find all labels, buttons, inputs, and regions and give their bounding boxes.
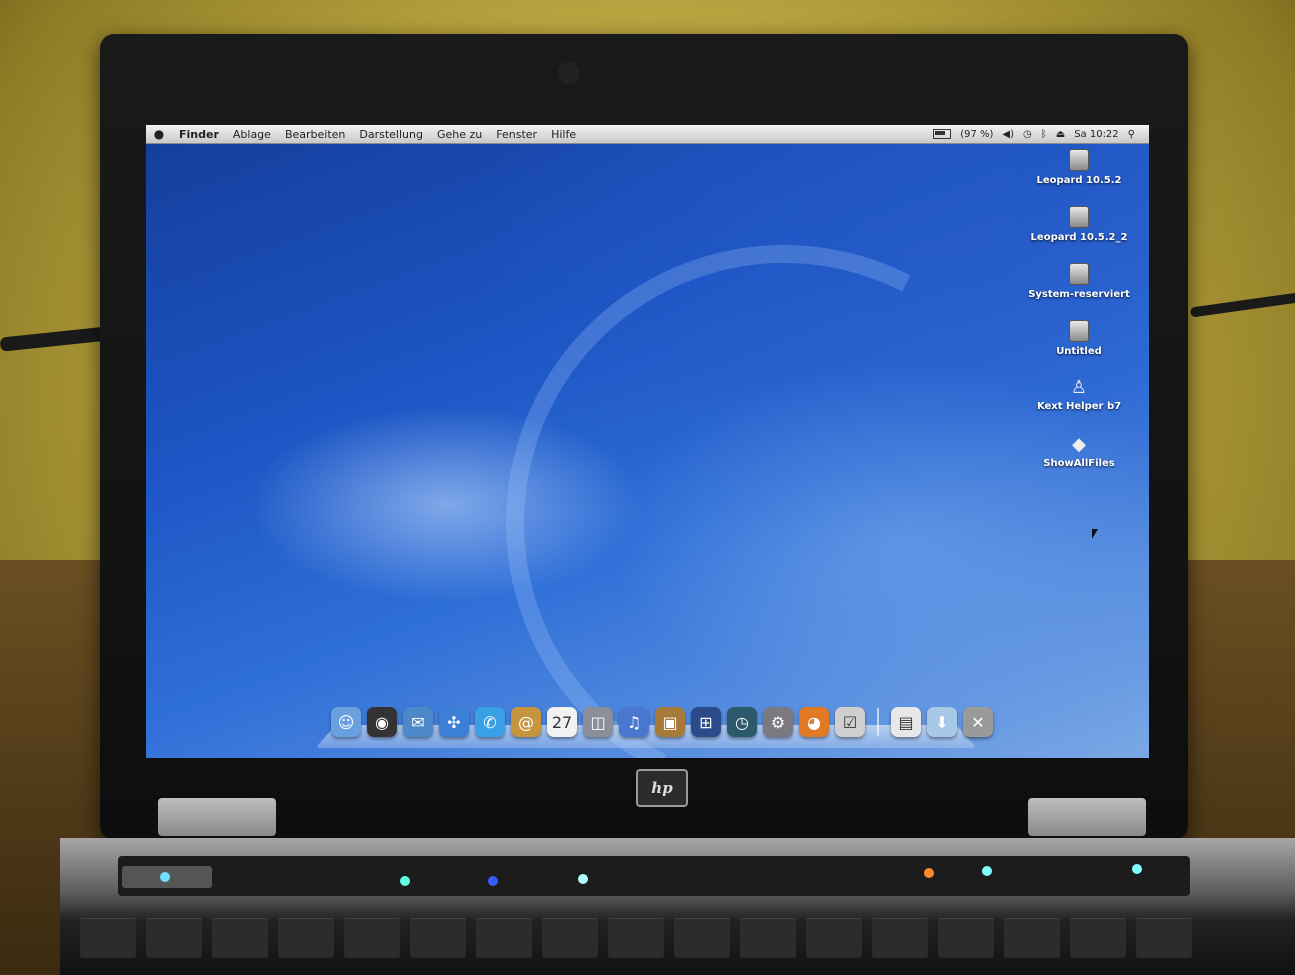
time-machine-menu-icon[interactable]: ◷ [1023,129,1032,140]
system-preferences-icon[interactable]: ⚙ [763,707,793,737]
keyboard-key [344,918,400,958]
desktop-icon-kext-helper[interactable]: ♙ Kext Helper b7 [1029,377,1129,434]
menu-darstellung[interactable]: Darstellung [352,128,430,141]
iphoto-icon[interactable]: ▣ [655,707,685,737]
dashboard-icon[interactable]: ◉ [367,707,397,737]
desktop-icon-leopard-10-5-2[interactable]: Leopard 10.5.2 [1029,149,1129,206]
keyboard-key [938,918,994,958]
firefox-icon[interactable]: ◕ [799,707,829,737]
keyboard-key [146,918,202,958]
keyboard-key [278,918,334,958]
kext-helper-app-icon: ♙ [1070,377,1088,398]
battery-icon[interactable] [933,129,952,139]
mail-icon[interactable]: ✉ [403,707,433,737]
status-led-strip [118,856,1190,896]
menu-ablage[interactable]: Ablage [226,128,278,141]
desktop-icon-system-reserviert[interactable]: System-reserviert [1028,263,1130,320]
downloads-stack-icon[interactable]: ⬇ [927,707,957,737]
ichat-icon[interactable]: ✆ [475,707,505,737]
mac-desktop-screen: ● Finder Ablage Bearbeiten Darstellung G… [146,125,1149,758]
keyboard-key [806,918,862,958]
cable [0,326,111,352]
menu-finder[interactable]: Finder [172,128,226,141]
desktop-icon-label: Untitled [1056,346,1102,357]
dock: ☺ ◉ ✉ ✣ ✆ @27 ◫ ♫ ▣ ⊞ ◷ ⚙ ◕ ☑ ▤ ⬇ ✕ [331,705,993,739]
bluetooth-icon[interactable]: ᛒ [1041,129,1047,140]
documents-stack-icon[interactable]: ▤ [891,707,921,737]
right-hinge [1028,798,1146,836]
photo-scene: ● Finder Ablage Bearbeiten Darstellung G… [0,0,1295,975]
status-led [924,868,934,878]
menu-fenster[interactable]: Fenster [489,128,544,141]
disk-icon [1069,149,1089,171]
eject-icon[interactable]: ⏏ [1056,129,1065,140]
keyboard-key [212,918,268,958]
left-hinge [158,798,276,836]
desktop-icon-leopard-10-5-2-2[interactable]: Leopard 10.5.2_2 [1029,206,1129,263]
spaces-icon[interactable]: ⊞ [691,707,721,737]
disk-icon [1069,320,1089,342]
keyboard-key [608,918,664,958]
hp-logo: hp [636,769,688,807]
wifi-led [488,876,498,886]
safari-icon[interactable]: ✣ [439,707,469,737]
apple-icon[interactable]: ● [146,127,172,141]
desktop-icon-untitled[interactable]: Untitled [1029,320,1129,377]
keyboard-key [740,918,796,958]
showallfiles-app-icon: ◆ [1072,434,1086,455]
spotlight-search-icon[interactable]: ⚲ [1128,129,1135,140]
status-led [578,874,588,884]
desktop-icons: Leopard 10.5.2 Leopard 10.5.2_2 System-r… [1028,149,1130,491]
desktop-icon-label: System-reserviert [1028,289,1130,300]
status-led [982,866,992,876]
desktop-icon-label: Leopard 10.5.2_2 [1030,232,1128,243]
power-led [160,872,170,882]
keyboard-function-row [80,918,1192,958]
disk-icon [1069,263,1089,285]
itunes-icon[interactable]: ♫ [619,707,649,737]
disk-icon [1069,206,1089,228]
dock-separator [877,708,879,736]
keyboard-key [1136,918,1192,958]
keyboard-key [872,918,928,958]
battery-percent: (97 %) [960,128,994,140]
keyboard-key [1004,918,1060,958]
desktop-icon-label: Kext Helper b7 [1036,401,1122,412]
trash-icon[interactable]: ✕ [963,707,993,737]
activity-monitor-icon[interactable]: ☑ [835,707,865,737]
menu-gehe-zu[interactable]: Gehe zu [430,128,489,141]
status-led [1132,864,1142,874]
keyboard-key [542,918,598,958]
volume-icon[interactable]: ◀) [1002,129,1014,140]
keyboard-key [674,918,730,958]
webcam [558,62,580,84]
address-book-icon[interactable]: @ [511,707,541,737]
menu-bearbeiten[interactable]: Bearbeiten [278,128,352,141]
keyboard-key [410,918,466,958]
status-led [400,876,410,886]
clock[interactable]: Sa 10:22 [1074,129,1118,140]
menu-bar: ● Finder Ablage Bearbeiten Darstellung G… [146,125,1149,144]
finder-icon[interactable]: ☺ [331,707,361,737]
desktop-icon-label: ShowAllFiles [1043,458,1115,469]
menu-extras: (97 %) ◀) ◷ ᛒ ⏏ Sa 10:22 ⚲ [933,129,1149,140]
ical-icon[interactable]: 27 [547,707,577,737]
keyboard-key [476,918,532,958]
desktop-icon-showallfiles[interactable]: ◆ ShowAllFiles [1029,434,1129,491]
preview-icon[interactable]: ◫ [583,707,613,737]
keyboard-key [80,918,136,958]
menu-hilfe[interactable]: Hilfe [544,128,583,141]
cable [1189,292,1295,318]
mouse-cursor [1092,529,1098,539]
keyboard-key [1070,918,1126,958]
desktop-icon-label: Leopard 10.5.2 [1036,175,1122,186]
time-machine-icon[interactable]: ◷ [727,707,757,737]
